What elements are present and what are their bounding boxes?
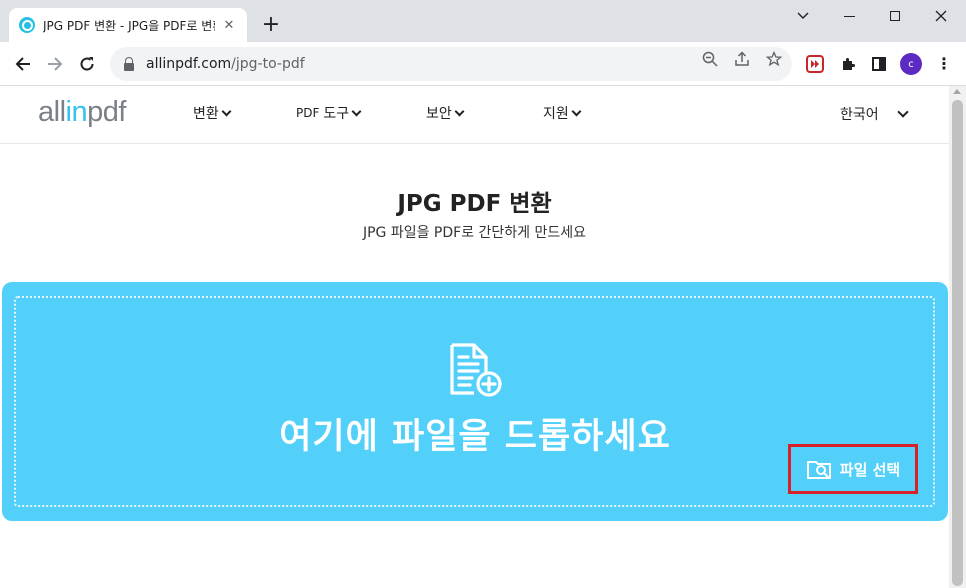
zoom-icon[interactable] xyxy=(700,49,720,69)
logo-part-pdf: pdf xyxy=(87,96,126,128)
bookmark-star-icon[interactable] xyxy=(764,49,784,69)
page-subtitle: JPG 파일을 PDF로 간단하게 만드세요 xyxy=(362,225,587,241)
browser-toolbar: allinpdf.com/jpg-to-pdf c ⋮ xyxy=(0,42,966,86)
side-panel-icon[interactable] xyxy=(869,54,889,74)
folder-search-icon xyxy=(806,461,831,479)
logo-part-all: all xyxy=(38,96,66,128)
web-page: allinpdf 변환 PDF 도구 보안 지원 한국어 JPG PDF 변환 J… xyxy=(0,86,949,588)
close-window-button[interactable] xyxy=(918,0,964,32)
maximize-icon xyxy=(890,11,900,21)
chevron-down-icon xyxy=(454,106,465,116)
select-file-label: 파일 선택 xyxy=(839,460,901,479)
nav-security[interactable]: 보안 xyxy=(426,103,465,123)
back-arrow-icon xyxy=(15,57,30,71)
url-text[interactable]: allinpdf.com/jpg-to-pdf xyxy=(146,56,305,72)
back-button[interactable] xyxy=(9,50,37,78)
site-logo[interactable]: allinpdf xyxy=(38,96,126,129)
file-dropzone[interactable]: 여기에 파일을 드롭하세요 파일 선택 xyxy=(2,282,948,521)
tab-search-chevron-icon[interactable] xyxy=(780,0,826,32)
nav-security-label: 보안 xyxy=(426,106,452,122)
nav-pdf-tools-label-b: 도구 xyxy=(323,106,350,122)
lock-icon[interactable] xyxy=(124,56,134,71)
page-scrollbar[interactable] xyxy=(949,86,966,588)
chevron-down-icon xyxy=(221,106,232,116)
reload-button[interactable] xyxy=(73,50,101,78)
extensions-puzzle-icon[interactable] xyxy=(838,54,858,74)
chevron-down-icon xyxy=(351,106,362,116)
forward-button[interactable] xyxy=(41,50,69,78)
nav-pdf-tools-label-a: PDF xyxy=(296,106,320,120)
tab-strip: JPG PDF 변환 - JPG을 PDF로 변환 ✕ + xyxy=(0,0,966,42)
reload-icon xyxy=(80,57,94,71)
address-bar[interactable]: allinpdf.com/jpg-to-pdf xyxy=(110,47,792,81)
language-select[interactable]: 한국어 xyxy=(840,104,879,124)
minimize-button[interactable] xyxy=(826,0,872,32)
nav-convert-label: 변환 xyxy=(193,106,219,122)
tab-title: JPG PDF 변환 - JPG을 PDF로 변환 xyxy=(43,18,215,33)
maximize-button[interactable] xyxy=(872,0,918,32)
browser-tab[interactable]: JPG PDF 변환 - JPG을 PDF로 변환 ✕ xyxy=(9,8,247,42)
scroll-up-arrow-icon[interactable] xyxy=(953,89,961,94)
extension-icon[interactable] xyxy=(806,55,824,73)
add-document-icon xyxy=(450,343,502,397)
new-tab-button[interactable]: + xyxy=(258,13,284,39)
tab-close-icon[interactable]: ✕ xyxy=(221,18,237,33)
url-path: /jpg-to-pdf xyxy=(231,56,305,72)
page-title: JPG PDF 변환 xyxy=(397,191,552,217)
close-icon xyxy=(935,10,947,22)
minimize-icon xyxy=(843,15,855,17)
nav-support[interactable]: 지원 xyxy=(543,103,582,123)
site-favicon-icon xyxy=(19,17,35,33)
share-icon[interactable] xyxy=(732,49,752,69)
select-file-button[interactable]: 파일 선택 xyxy=(788,444,918,494)
logo-part-in: in xyxy=(65,96,88,128)
nav-support-label: 지원 xyxy=(543,106,569,122)
profile-avatar[interactable]: c xyxy=(900,53,922,75)
language-chevron-icon[interactable] xyxy=(897,106,909,118)
nav-pdf-tools[interactable]: PDF 도구 xyxy=(296,103,362,123)
forward-arrow-icon xyxy=(48,57,63,71)
scrollbar-thumb[interactable] xyxy=(952,100,963,586)
site-header: allinpdf 변환 PDF 도구 보안 지원 한국어 xyxy=(0,86,949,144)
nav-convert[interactable]: 변환 xyxy=(193,103,232,123)
kebab-menu-icon[interactable]: ⋮ xyxy=(934,54,954,74)
chevron-down-icon xyxy=(571,106,582,116)
url-host: allinpdf.com xyxy=(146,56,232,72)
